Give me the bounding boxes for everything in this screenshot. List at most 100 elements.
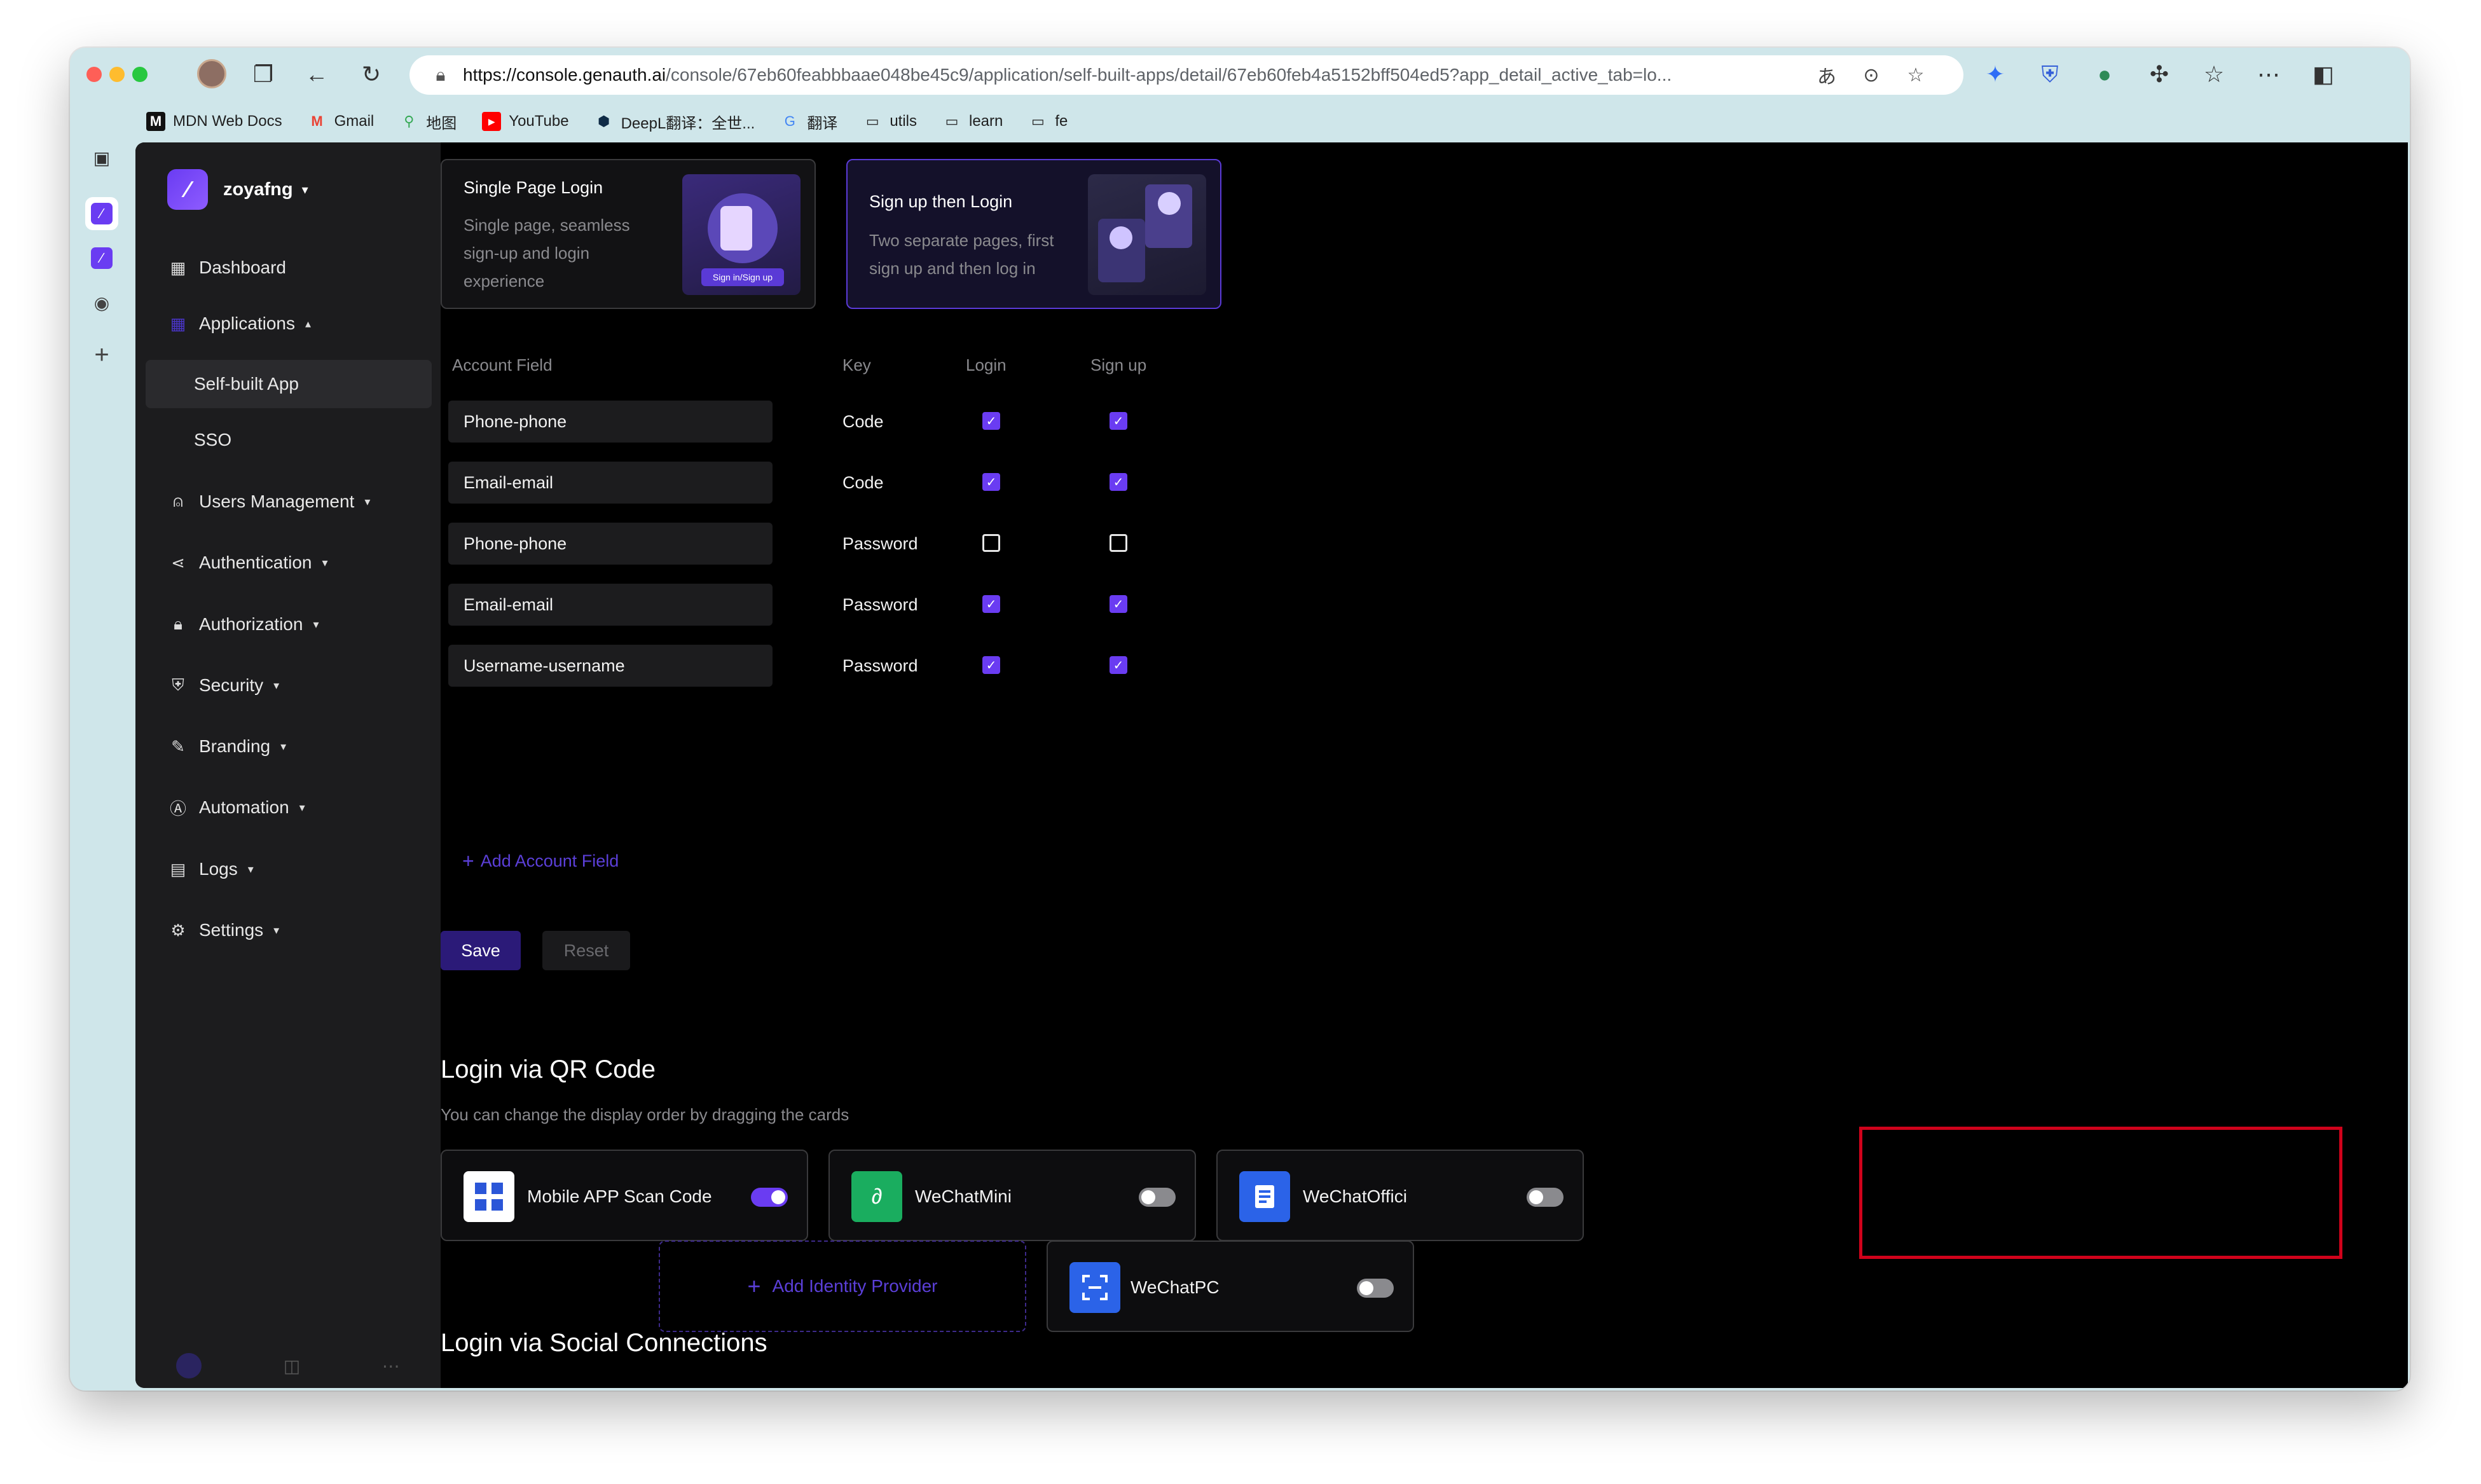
tab-genauth-2[interactable]: ∕	[85, 242, 118, 275]
signup-checkbox[interactable]: ✓	[1110, 656, 1127, 674]
translate-page-icon[interactable]: あ	[1804, 61, 1849, 89]
login-checkbox[interactable]: ✓	[982, 595, 1000, 613]
social-section-title: Login via Social Connections	[441, 1329, 767, 1357]
sidebar-item-applications[interactable]: ▦ Applications ▴	[135, 299, 434, 348]
sidebar-item-authorization[interactable]: 🔒︎ Authorization ▾	[135, 600, 434, 649]
profile-avatar[interactable]	[197, 59, 226, 88]
main-content: Single Page Login Single page, seamless …	[441, 142, 2408, 1388]
login-mode-signup-then-login[interactable]: Sign up then Login Two separate pages, f…	[846, 159, 1221, 309]
wechat-official-toggle[interactable]	[1527, 1188, 1564, 1207]
bookmark-star-icon[interactable]: ☆	[1893, 64, 1938, 86]
bookmark-deepl[interactable]: ⬢ DeepL翻译：全世...	[594, 111, 755, 133]
field-key: Code	[842, 472, 884, 492]
bookmark-utils[interactable]: ▭ utils	[863, 112, 917, 131]
extensions-puzzle-icon[interactable]: ✣	[2141, 57, 2177, 92]
account-field-select[interactable]: Email-email	[448, 462, 773, 504]
wechat-mini-toggle[interactable]	[1139, 1188, 1176, 1207]
field-key: Password	[842, 594, 918, 614]
tab-genauth-active[interactable]: ∕	[85, 197, 118, 230]
close-window-button[interactable]	[86, 67, 102, 82]
qr-card-wechat-mini[interactable]: ∂ WeChatMini	[828, 1150, 1196, 1241]
bookmark-gmail[interactable]: M Gmail	[308, 112, 374, 131]
chevron-down-icon: ▾	[301, 182, 308, 197]
reset-button[interactable]: Reset	[542, 931, 630, 970]
maps-icon: ⚲	[404, 113, 415, 129]
header-login: Login	[966, 355, 1007, 374]
user-avatar[interactable]	[176, 1353, 202, 1378]
tab-overview-icon[interactable]: ❐	[245, 57, 281, 92]
header-account-field: Account Field	[452, 355, 553, 374]
site-info-icon[interactable]: 🔒︎	[418, 65, 463, 86]
back-arrow-icon[interactable]: ←	[299, 57, 334, 92]
extension-a-icon[interactable]: ✦	[1977, 57, 2013, 92]
more-icon[interactable]: ⋯	[382, 1356, 400, 1377]
bookmark-mdn[interactable]: M MDN Web Docs	[146, 112, 282, 131]
account-field-select[interactable]: Email-email	[448, 584, 773, 626]
mode-description: Two separate pages, first sign up and th…	[869, 231, 1054, 278]
maximize-window-button[interactable]	[132, 67, 148, 82]
chevron-down-icon: ▾	[299, 800, 305, 814]
sidebar-item-branding[interactable]: ✎ Branding ▾	[135, 722, 434, 771]
add-identity-provider-button[interactable]: + Add Identity Provider	[659, 1240, 1026, 1332]
login-checkbox[interactable]: ✓	[982, 656, 1000, 674]
extension-green-icon[interactable]: ●	[2087, 57, 2122, 92]
save-button[interactable]: Save	[441, 931, 521, 970]
more-page-options-icon[interactable]: ⊙	[1849, 64, 1893, 86]
login-mode-single-page[interactable]: Single Page Login Single page, seamless …	[441, 159, 816, 309]
tab-panel-icon[interactable]: ▣	[85, 141, 118, 174]
sidebar-item-self-built-app[interactable]: Self-built App	[146, 360, 432, 408]
qr-card-mobile-app[interactable]: Mobile APP Scan Code	[441, 1150, 808, 1241]
field-key: Password	[842, 656, 918, 675]
sidebar-item-dashboard[interactable]: ▦ Dashboard	[135, 244, 434, 292]
mode-title: Sign up then Login	[869, 192, 1013, 211]
bookmark-fe[interactable]: ▭ fe	[1028, 112, 1068, 131]
sidebar-item-settings[interactable]: ⚙ Settings ▾	[135, 906, 434, 954]
bookmark-maps[interactable]: ⚲ 地图	[399, 111, 457, 133]
account-field-select[interactable]: Phone-phone	[448, 523, 773, 565]
highlight-box	[1859, 1127, 2342, 1259]
field-key: Code	[842, 411, 884, 431]
bookmark-youtube[interactable]: ▶ YouTube	[482, 112, 569, 131]
account-field-select[interactable]: Phone-phone	[448, 401, 773, 443]
signup-checkbox[interactable]: ✓	[1110, 473, 1127, 491]
github-icon[interactable]: ◉	[85, 286, 118, 319]
wechat-pc-toggle[interactable]	[1357, 1279, 1394, 1298]
sidebar-item-automation[interactable]: Ⓐ Automation ▾	[135, 783, 434, 832]
chevron-down-icon: ▾	[364, 495, 371, 508]
favorites-icon[interactable]: ☆	[2196, 57, 2232, 92]
sidebar-item-users-management[interactable]: ⍝ Users Management ▾	[135, 477, 434, 526]
bookmark-learn[interactable]: ▭ learn	[942, 112, 1003, 131]
table-row: Email-email Code ✓ ✓	[441, 462, 1267, 504]
share-icon: ⋖	[171, 553, 185, 572]
reload-icon[interactable]: ↻	[354, 57, 389, 92]
sidebar-item-sso[interactable]: SSO	[135, 416, 434, 464]
signup-checkbox[interactable]: ✓	[1110, 412, 1127, 430]
account-field-select[interactable]: Username-username	[448, 645, 773, 687]
login-checkbox[interactable]: ✓	[982, 412, 1000, 430]
bookmark-translate[interactable]: G 翻译	[780, 111, 838, 133]
mobile-app-toggle[interactable]	[751, 1188, 788, 1207]
more-menu-icon[interactable]: ⋯	[2251, 57, 2286, 92]
mode-description: Single page, seamless sign-up and login …	[464, 216, 630, 291]
sidebar-toggle-icon[interactable]: ◧	[2306, 57, 2341, 92]
login-checkbox[interactable]	[982, 534, 1000, 552]
lock-icon: 🔒︎	[174, 614, 182, 633]
extension-shield-icon[interactable]: ⛨	[2032, 57, 2068, 92]
sidebar-item-logs[interactable]: ▤ Logs ▾	[135, 845, 434, 893]
sidebar-item-security[interactable]: ⛨ Security ▾	[135, 661, 434, 710]
qr-card-wechat-official[interactable]: WeChatOffici	[1216, 1150, 1584, 1241]
login-checkbox[interactable]: ✓	[982, 473, 1000, 491]
table-row: Phone-phone Password	[441, 523, 1267, 565]
signup-checkbox[interactable]: ✓	[1110, 595, 1127, 613]
browser-window: ❐ ← ↻ 🔒︎ https://console.genauth.ai/cons…	[70, 48, 2410, 1391]
signup-checkbox[interactable]	[1110, 534, 1127, 552]
address-bar[interactable]: 🔒︎ https://console.genauth.ai/console/67…	[409, 55, 1963, 95]
book-icon[interactable]: ◫	[284, 1356, 300, 1377]
sidebar-item-authentication[interactable]: ⋖ Authentication ▾	[135, 539, 434, 587]
users-icon: ⍝	[173, 491, 183, 511]
minimize-window-button[interactable]	[109, 67, 125, 82]
add-account-field-button[interactable]: + Add Account Field	[462, 849, 619, 873]
org-switcher[interactable]: ∕ zoyafng ▾	[167, 169, 308, 210]
new-tab-plus-icon[interactable]: +	[85, 338, 118, 371]
social-card-wechat-pc[interactable]: WeChatPC	[1047, 1240, 1414, 1332]
